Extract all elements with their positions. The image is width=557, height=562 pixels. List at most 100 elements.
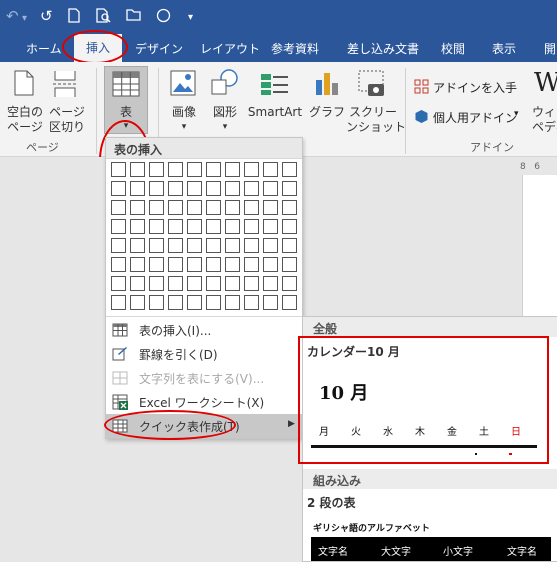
grid-cell[interactable] xyxy=(263,200,278,215)
redo-icon[interactable]: ↺ xyxy=(40,8,53,24)
grid-cell[interactable] xyxy=(206,257,221,272)
grid-cell[interactable] xyxy=(149,238,164,253)
grid-cell[interactable] xyxy=(225,200,240,215)
grid-cell[interactable] xyxy=(168,219,183,234)
grid-cell[interactable] xyxy=(282,257,297,272)
grid-cell[interactable] xyxy=(282,276,297,291)
my-addins-button[interactable]: 個人用アドイン ▾ xyxy=(414,108,526,126)
quick-tables-item[interactable]: クイック表作成(T) ▶ xyxy=(106,414,302,438)
grid-cell[interactable] xyxy=(282,200,297,215)
grid-cell[interactable] xyxy=(187,219,202,234)
table-button[interactable]: 表 ▾ xyxy=(104,66,148,134)
print-preview-icon[interactable] xyxy=(96,8,111,26)
grid-cell[interactable] xyxy=(168,276,183,291)
picture-button[interactable]: 画像 ▾ xyxy=(164,105,204,135)
draw-table-item[interactable]: 罫線を引く(D) xyxy=(106,342,302,366)
open-folder-icon[interactable] xyxy=(126,8,143,25)
grid-cell[interactable] xyxy=(263,257,278,272)
wikipedia-button[interactable]: ウィキ ペディア xyxy=(532,105,557,135)
grid-cell[interactable] xyxy=(168,295,183,310)
grid-cell[interactable] xyxy=(263,295,278,310)
grid-cell[interactable] xyxy=(111,181,126,196)
grid-cell[interactable] xyxy=(187,238,202,253)
grid-cell[interactable] xyxy=(187,162,202,177)
chart-icon[interactable] xyxy=(314,70,340,99)
tab-insert[interactable]: 挿入 xyxy=(74,34,122,62)
grid-cell[interactable] xyxy=(225,238,240,253)
wikipedia-icon[interactable]: W xyxy=(534,68,557,98)
grid-cell[interactable] xyxy=(225,276,240,291)
grid-cell[interactable] xyxy=(244,162,259,177)
grid-cell[interactable] xyxy=(130,238,145,253)
grid-cell[interactable] xyxy=(187,200,202,215)
tab-view[interactable]: 表示 xyxy=(492,40,516,57)
grid-cell[interactable] xyxy=(149,162,164,177)
grid-cell[interactable] xyxy=(244,219,259,234)
grid-cell[interactable] xyxy=(149,181,164,196)
grid-cell[interactable] xyxy=(225,219,240,234)
blank-page-button[interactable]: 空白の ページ xyxy=(6,105,44,135)
grid-cell[interactable] xyxy=(130,295,145,310)
grid-cell[interactable] xyxy=(149,257,164,272)
grid-cell[interactable] xyxy=(263,238,278,253)
calendar-template[interactable]: カレンダー10 月 10 月 月 火 水 木 金 土 日 xyxy=(303,337,557,463)
grid-cell[interactable] xyxy=(244,238,259,253)
grid-cell[interactable] xyxy=(206,200,221,215)
grid-cell[interactable] xyxy=(130,219,145,234)
excel-worksheet-item[interactable]: Excel ワークシート(X) xyxy=(106,390,302,414)
grid-cell[interactable] xyxy=(111,257,126,272)
grid-cell[interactable] xyxy=(111,295,126,310)
screenshot-icon[interactable] xyxy=(358,70,386,101)
grid-cell[interactable] xyxy=(149,200,164,215)
tab-more[interactable]: 開 xyxy=(544,40,556,57)
smartart-button[interactable]: SmartArt xyxy=(246,105,304,120)
grid-cell[interactable] xyxy=(225,162,240,177)
smartart-icon[interactable] xyxy=(260,72,290,99)
grid-cell[interactable] xyxy=(130,276,145,291)
tab-mailings[interactable]: 差し込み文書 xyxy=(347,40,419,57)
grid-cell[interactable] xyxy=(111,276,126,291)
grid-cell[interactable] xyxy=(225,181,240,196)
grid-cell[interactable] xyxy=(206,219,221,234)
grid-cell[interactable] xyxy=(168,238,183,253)
shapes-icon[interactable] xyxy=(210,68,240,101)
tab-design[interactable]: デザイン xyxy=(135,40,183,57)
grid-cell[interactable] xyxy=(225,257,240,272)
grid-cell[interactable] xyxy=(168,200,183,215)
grid-cell[interactable] xyxy=(206,238,221,253)
grid-cell[interactable] xyxy=(263,219,278,234)
grid-cell[interactable] xyxy=(282,238,297,253)
page-break-icon[interactable] xyxy=(52,70,78,101)
grid-cell[interactable] xyxy=(244,295,259,310)
grid-cell[interactable] xyxy=(168,257,183,272)
grid-cell[interactable] xyxy=(282,162,297,177)
grid-cell[interactable] xyxy=(206,276,221,291)
grid-cell[interactable] xyxy=(263,162,278,177)
picture-icon[interactable] xyxy=(170,70,196,99)
grid-cell[interactable] xyxy=(187,257,202,272)
tab-review[interactable]: 校閲 xyxy=(441,40,465,57)
grid-cell[interactable] xyxy=(111,200,126,215)
grid-cell[interactable] xyxy=(263,276,278,291)
screenshot-button[interactable]: スクリー ンショット xyxy=(346,105,406,135)
grid-cell[interactable] xyxy=(149,295,164,310)
blank-page-icon[interactable] xyxy=(14,70,34,99)
new-document-icon[interactable] xyxy=(68,8,80,26)
page-break-button[interactable]: ページ 区切り xyxy=(48,105,86,135)
customize-qat-icon[interactable]: ▾ xyxy=(188,10,193,26)
grid-cell[interactable] xyxy=(244,257,259,272)
tab-layout[interactable]: レイアウト xyxy=(200,40,260,57)
grid-cell[interactable] xyxy=(149,219,164,234)
grid-cell[interactable] xyxy=(130,257,145,272)
grid-cell[interactable] xyxy=(206,162,221,177)
tab-home[interactable]: ホーム xyxy=(26,40,62,57)
get-addins-button[interactable]: アドインを入手 xyxy=(414,78,534,96)
grid-cell[interactable] xyxy=(282,181,297,196)
insert-table-item[interactable]: 表の挿入(I)... xyxy=(106,318,302,342)
grid-cell[interactable] xyxy=(130,181,145,196)
grid-cell[interactable] xyxy=(111,219,126,234)
grid-cell[interactable] xyxy=(206,181,221,196)
undo-icon[interactable]: ↶ xyxy=(6,8,19,24)
shapes-button[interactable]: 図形 ▾ xyxy=(205,105,245,135)
grid-cell[interactable] xyxy=(244,200,259,215)
